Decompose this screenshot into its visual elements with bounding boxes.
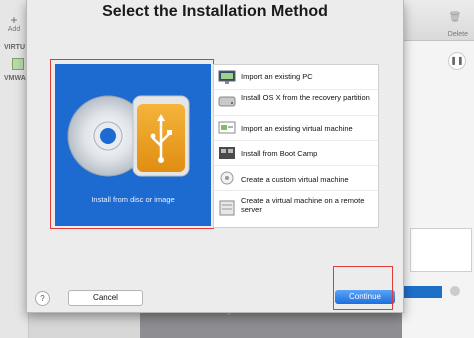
pause-icon[interactable]: ❚❚ — [448, 52, 466, 70]
server-icon — [218, 200, 236, 216]
cancel-button[interactable]: Cancel — [68, 290, 143, 306]
dialog-title: Select the Installation Method — [102, 3, 328, 20]
annotation-highlight-disc — [50, 59, 214, 229]
annotation-highlight-continue — [333, 266, 393, 310]
installation-method-dialog: Select the Installation Method Install f… — [26, 0, 404, 313]
bootcamp-icon — [218, 145, 236, 161]
monitor-icon — [218, 69, 236, 85]
option-import-pc[interactable]: Import an existing PC — [214, 65, 378, 90]
custom-vm-icon — [218, 170, 236, 186]
background-progress-bar — [404, 286, 442, 298]
installation-options-list: Import an existing PC Install OS X from … — [213, 64, 379, 228]
option-install-bootcamp[interactable]: Install from Boot Camp — [214, 141, 378, 166]
option-label: Import an existing PC — [241, 72, 313, 81]
background-status-icon — [450, 286, 460, 296]
option-label: Install OS X from the recovery partition — [241, 93, 370, 102]
background-sidebar: + Add VIRTU VMWA — [0, 0, 29, 338]
add-button[interactable]: + Add — [4, 14, 24, 33]
sidebar-section-virtual: VIRTU — [4, 44, 25, 51]
add-label: Add — [7, 26, 21, 33]
option-label: Create a virtual machine on a remote ser… — [241, 196, 365, 214]
option-install-osx-recovery[interactable]: Install OS X from the recovery partition — [214, 89, 378, 116]
option-import-vm[interactable]: Import an existing virtual machine — [214, 116, 378, 141]
help-button[interactable]: ? — [35, 291, 50, 306]
background-info-box — [410, 228, 472, 272]
plus-icon: + — [10, 13, 18, 27]
delete-label: Delete — [447, 31, 468, 38]
option-remote-server[interactable]: Create a virtual machine on a remote ser… — [214, 192, 378, 226]
option-custom-vm[interactable]: Create a custom virtual machine — [214, 166, 378, 191]
option-label: Create a custom virtual machine — [241, 175, 349, 184]
option-label: Import an existing virtual machine — [241, 124, 353, 133]
vm-import-icon — [218, 120, 236, 136]
drive-icon — [218, 93, 236, 109]
sidebar-section-vmware: VMWA — [4, 75, 26, 82]
vm-status-icon — [12, 58, 24, 70]
trash-icon[interactable]: 🗑 — [448, 12, 462, 26]
option-label: Install from Boot Camp — [241, 149, 318, 158]
